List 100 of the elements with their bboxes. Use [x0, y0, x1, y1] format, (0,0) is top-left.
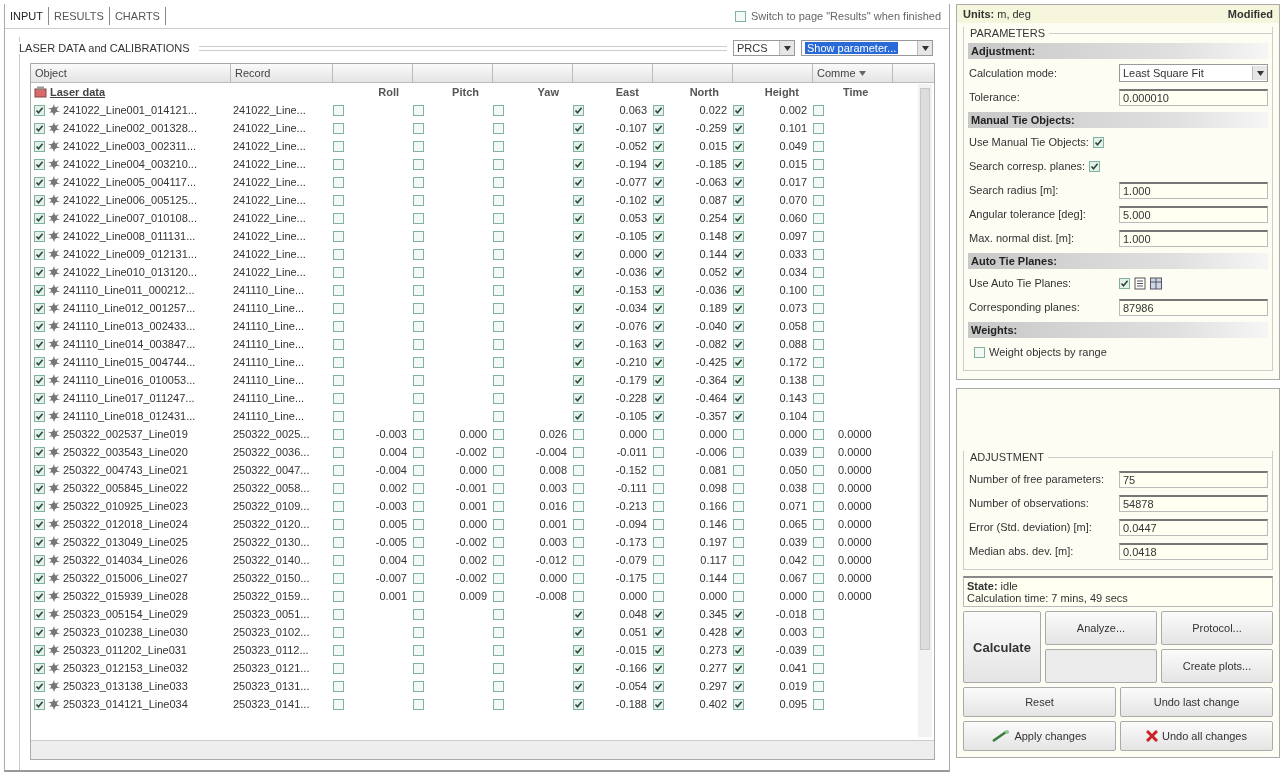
object-name[interactable]: 241110_Line016_010053...: [63, 374, 196, 386]
checkbox[interactable]: [813, 248, 824, 260]
checkbox[interactable]: [813, 176, 824, 188]
checkbox[interactable]: [333, 104, 344, 116]
checkbox[interactable]: [34, 464, 45, 476]
object-name[interactable]: 250322_015939_Line028: [63, 590, 188, 602]
checkbox[interactable]: [653, 662, 664, 674]
checkbox[interactable]: [493, 212, 504, 224]
checkbox[interactable]: [573, 482, 584, 494]
checkbox[interactable]: [493, 662, 504, 674]
checkbox[interactable]: [573, 626, 584, 638]
checkbox[interactable]: [493, 392, 504, 404]
checkbox[interactable]: [413, 104, 424, 116]
checkbox[interactable]: [333, 374, 344, 386]
checkbox[interactable]: [333, 320, 344, 332]
object-name[interactable]: 250323_005154_Line029: [63, 608, 188, 620]
object-name[interactable]: 250322_004743_Line021: [63, 464, 188, 476]
checkbox[interactable]: [653, 338, 664, 350]
checkbox[interactable]: [493, 500, 504, 512]
checkbox[interactable]: [333, 518, 344, 530]
checkbox[interactable]: [813, 572, 824, 584]
checkbox[interactable]: [813, 446, 824, 458]
checkbox[interactable]: [733, 572, 744, 584]
input-field[interactable]: 1.000: [1119, 181, 1268, 199]
object-name[interactable]: 250322_014034_Line026: [63, 554, 188, 566]
checkbox[interactable]: [653, 536, 664, 548]
checkbox[interactable]: [813, 356, 824, 368]
checkbox[interactable]: [653, 572, 664, 584]
checkbox[interactable]: [413, 302, 424, 314]
object-name[interactable]: 250322_013049_Line025: [63, 536, 188, 548]
checkbox[interactable]: [493, 644, 504, 656]
checkbox[interactable]: [734, 10, 746, 22]
checkbox[interactable]: [413, 356, 424, 368]
checkbox[interactable]: [733, 644, 744, 656]
checkbox[interactable]: [34, 626, 45, 638]
checkbox[interactable]: [653, 410, 664, 422]
apply-button[interactable]: Apply changes: [963, 721, 1116, 751]
checkbox[interactable]: [653, 374, 664, 386]
object-name[interactable]: 241110_Line018_012431...: [63, 410, 196, 422]
checkbox[interactable]: [653, 626, 664, 638]
checkbox[interactable]: [653, 698, 664, 710]
checkbox[interactable]: [733, 590, 744, 602]
column-header[interactable]: Comme: [813, 64, 893, 82]
checkbox[interactable]: [733, 536, 744, 548]
object-name[interactable]: 250322_012018_Line024: [63, 518, 188, 530]
checkbox[interactable]: [733, 428, 744, 440]
checkbox[interactable]: [493, 374, 504, 386]
checkbox[interactable]: [813, 392, 824, 404]
checkbox[interactable]: [733, 410, 744, 422]
checkbox[interactable]: [733, 248, 744, 260]
checkbox[interactable]: [1119, 277, 1130, 289]
checkbox[interactable]: [34, 554, 45, 566]
checkbox[interactable]: [573, 608, 584, 620]
checkbox[interactable]: [493, 608, 504, 620]
checkbox[interactable]: [813, 230, 824, 242]
checkbox[interactable]: [813, 284, 824, 296]
checkbox[interactable]: [813, 518, 824, 530]
object-name[interactable]: 241110_Line017_011247...: [63, 392, 195, 404]
checkbox[interactable]: [573, 284, 584, 296]
checkbox[interactable]: [333, 248, 344, 260]
object-name[interactable]: 241022_Line004_003210...: [63, 158, 197, 170]
checkbox[interactable]: [333, 266, 344, 278]
document-icon[interactable]: [1134, 276, 1146, 290]
result-field[interactable]: 0.0447: [1119, 518, 1268, 536]
checkbox[interactable]: [493, 446, 504, 458]
checkbox[interactable]: [34, 176, 45, 188]
object-name[interactable]: 241022_Line007_010108...: [63, 212, 197, 224]
checkbox[interactable]: [34, 392, 45, 404]
object-name[interactable]: 241110_Line011_000212...: [63, 284, 195, 296]
checkbox[interactable]: [813, 500, 824, 512]
checkbox[interactable]: [413, 608, 424, 620]
checkbox[interactable]: [493, 338, 504, 350]
checkbox[interactable]: [733, 356, 744, 368]
checkbox[interactable]: [813, 374, 824, 386]
input-field[interactable]: 87986: [1119, 298, 1268, 316]
checkbox[interactable]: [733, 626, 744, 638]
checkbox[interactable]: [413, 662, 424, 674]
checkbox[interactable]: [653, 428, 664, 440]
column-header[interactable]: Object: [31, 64, 231, 82]
checkbox[interactable]: [34, 482, 45, 494]
object-name[interactable]: 250323_014121_Line034: [63, 698, 188, 710]
object-name[interactable]: 241110_Line014_003847...: [63, 338, 196, 350]
checkbox[interactable]: [413, 284, 424, 296]
checkbox[interactable]: [653, 608, 664, 620]
checkbox[interactable]: [1092, 136, 1104, 148]
checkbox[interactable]: [733, 104, 744, 116]
result-field[interactable]: 54878: [1119, 494, 1268, 512]
checkbox[interactable]: [413, 140, 424, 152]
checkbox[interactable]: [493, 536, 504, 548]
tab[interactable]: CHARTS: [109, 7, 166, 25]
checkbox[interactable]: [653, 302, 664, 314]
action-button[interactable]: Reset: [963, 687, 1116, 717]
checkbox[interactable]: [733, 698, 744, 710]
parameter-dropdown[interactable]: Show parameter...: [801, 40, 933, 56]
checkbox[interactable]: [1089, 160, 1101, 172]
checkbox[interactable]: [813, 194, 824, 206]
checkbox[interactable]: [34, 374, 45, 386]
checkbox[interactable]: [333, 122, 344, 134]
checkbox[interactable]: [34, 140, 45, 152]
checkbox[interactable]: [573, 338, 584, 350]
